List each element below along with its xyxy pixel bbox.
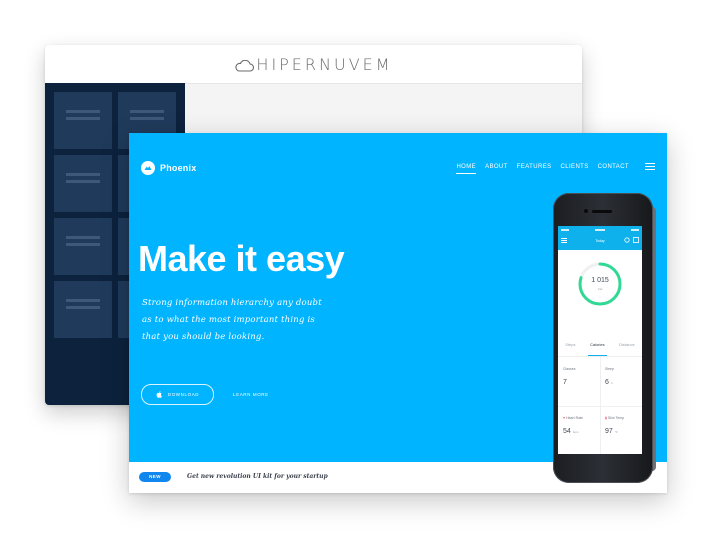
new-badge: NEW (139, 472, 171, 482)
status-bar-icon (561, 229, 639, 231)
calorie-value: 1 015 (591, 277, 609, 284)
stat-heart-rate[interactable]: ♥ Heart Rate 54 bpm (558, 406, 601, 454)
brand-name: Phoenix (160, 163, 197, 173)
logo-text: HIPERNUVEM (256, 55, 393, 74)
phone-speaker (592, 210, 612, 213)
stat-value: 97 °F (605, 428, 618, 435)
share-icon[interactable] (633, 237, 639, 243)
back-window-header: HIPERNUVEM (45, 45, 582, 84)
sidebar-tile[interactable] (54, 281, 112, 338)
nav-features[interactable]: FEATURES (517, 164, 552, 170)
tab-calories[interactable]: Calories (588, 342, 607, 356)
metric-tabs: Steps Calories Distance (558, 342, 642, 356)
stat-value: 54 bpm (563, 428, 579, 435)
phone-screen: Today 1 015 Cal Steps Calories Distance (558, 226, 642, 454)
download-label: DOWNLOAD (167, 392, 200, 397)
app-header: Today (558, 226, 642, 250)
hamburger-menu-icon[interactable] (645, 163, 655, 170)
stat-classes[interactable]: Classes 7 (558, 357, 601, 407)
stat-value: 6 h (605, 379, 613, 386)
tab-distance[interactable]: Distance (619, 342, 635, 352)
thermometer-icon: ▮ (605, 416, 607, 420)
stat-skin-temp[interactable]: ▮ Skin Temp 97 °F (600, 406, 642, 454)
phone-body: Today 1 015 Cal Steps Calories Distance (553, 193, 653, 483)
phone-camera (584, 209, 588, 213)
hero-title: Make it easy (138, 238, 345, 279)
hipernuvem-logo[interactable]: HIPERNUVEM (45, 55, 582, 75)
nav-home[interactable]: HOME (456, 164, 476, 174)
sidebar-tile[interactable] (54, 155, 112, 212)
stat-label: ▮ Skin Temp (605, 416, 625, 420)
nav-about[interactable]: ABOUT (485, 164, 508, 170)
heart-icon: ♥ (563, 416, 566, 420)
cloud-icon (235, 60, 255, 72)
tab-steps[interactable]: Steps (565, 342, 575, 352)
nav-clients[interactable]: CLIENTS (561, 164, 589, 170)
hero-subtitle: Strong information hierarchy any doubt a… (142, 298, 322, 342)
stat-sleep[interactable]: Sleep 6 h (600, 357, 642, 407)
brand[interactable]: Phoenix (141, 161, 196, 175)
phone-mockup: Today 1 015 Cal Steps Calories Distance (553, 193, 656, 485)
download-button[interactable]: DOWNLOAD (141, 384, 214, 405)
stat-value: 7 (563, 379, 567, 386)
learn-more-link[interactable]: LEARN MORE (233, 392, 269, 397)
calorie-ring-chart (578, 262, 622, 306)
apple-icon (156, 391, 162, 398)
settings-icon[interactable] (624, 237, 630, 243)
promo-text[interactable]: Get new revolution UI kit for your start… (187, 473, 328, 480)
main-nav: HOME ABOUT FEATURES CLIENTS CONTACT (456, 164, 629, 174)
stat-label: Classes (563, 367, 576, 371)
sidebar-tile[interactable] (54, 92, 112, 149)
stat-label: Sleep (605, 367, 614, 371)
stat-label: ♥ Heart Rate (563, 416, 583, 420)
nav-contact[interactable]: CONTACT (598, 164, 629, 170)
sidebar-tile[interactable] (54, 218, 112, 275)
stats-grid: Classes 7 Sleep 6 h ♥ Heart Rate 54 bpm … (558, 356, 642, 454)
phoenix-logo-icon (141, 161, 155, 175)
calorie-unit: Cal (597, 287, 603, 291)
